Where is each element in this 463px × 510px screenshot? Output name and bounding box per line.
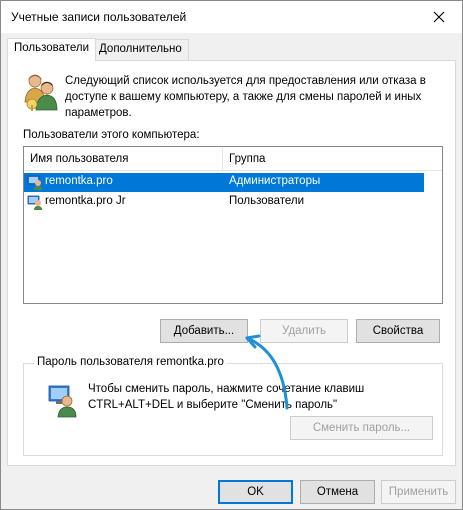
- table-row[interactable]: remontka.pro Администраторы: [24, 173, 424, 192]
- tab-users-label: Пользователи: [14, 42, 90, 54]
- user-icon: [27, 195, 42, 210]
- properties-button[interactable]: Свойства: [356, 319, 440, 343]
- cell-group: Пользователи: [229, 195, 305, 207]
- user-password-icon: [48, 385, 77, 418]
- password-groupbox: Пароль пользователя remontka.pro Чтобы с…: [23, 356, 443, 456]
- list-header: Имя пользователя Группа: [24, 147, 442, 171]
- close-button[interactable]: [416, 1, 462, 33]
- tab-advanced-label: Дополнительно: [99, 43, 182, 55]
- cancel-button[interactable]: Отмена: [300, 480, 375, 504]
- tab-advanced[interactable]: Дополнительно: [92, 39, 189, 60]
- column-header-group[interactable]: Группа: [223, 147, 442, 171]
- apply-button[interactable]: Применить: [381, 480, 456, 504]
- cell-username: remontka.pro: [45, 175, 113, 187]
- password-group-title: Пароль пользователя remontka.pro: [34, 356, 227, 368]
- close-icon: [433, 11, 445, 23]
- tab-panel-users: Следующий список используется для предос…: [7, 60, 456, 466]
- users-icon: [24, 74, 58, 111]
- column-header-username[interactable]: Имя пользователя: [24, 147, 223, 171]
- title-bar[interactable]: Учетные записи пользователей: [1, 1, 462, 33]
- user-accounts-dialog: Учетные записи пользователей Пользовател…: [0, 0, 463, 510]
- cell-username: remontka.pro Jr: [45, 195, 126, 207]
- window-title: Учетные записи пользователей: [11, 10, 187, 24]
- cell-group: Администраторы: [229, 175, 321, 187]
- add-user-button[interactable]: Добавить...: [160, 319, 248, 343]
- info-text: Следующий список используется для предос…: [65, 75, 426, 119]
- user-icon: [27, 175, 42, 190]
- password-instructions: Чтобы сменить пароль, нажмите сочетание …: [88, 383, 365, 411]
- change-password-button[interactable]: Сменить пароль...: [290, 416, 433, 440]
- remove-user-button[interactable]: Удалить: [260, 319, 348, 343]
- users-listview[interactable]: Имя пользователя Группа remontka.pro Адм…: [23, 146, 443, 304]
- users-list-label: Пользователи этого компьютера:: [23, 129, 200, 141]
- table-row[interactable]: remontka.pro Jr Пользователи: [24, 193, 424, 212]
- tab-users[interactable]: Пользователи: [7, 38, 97, 61]
- ok-button[interactable]: OK: [218, 480, 293, 504]
